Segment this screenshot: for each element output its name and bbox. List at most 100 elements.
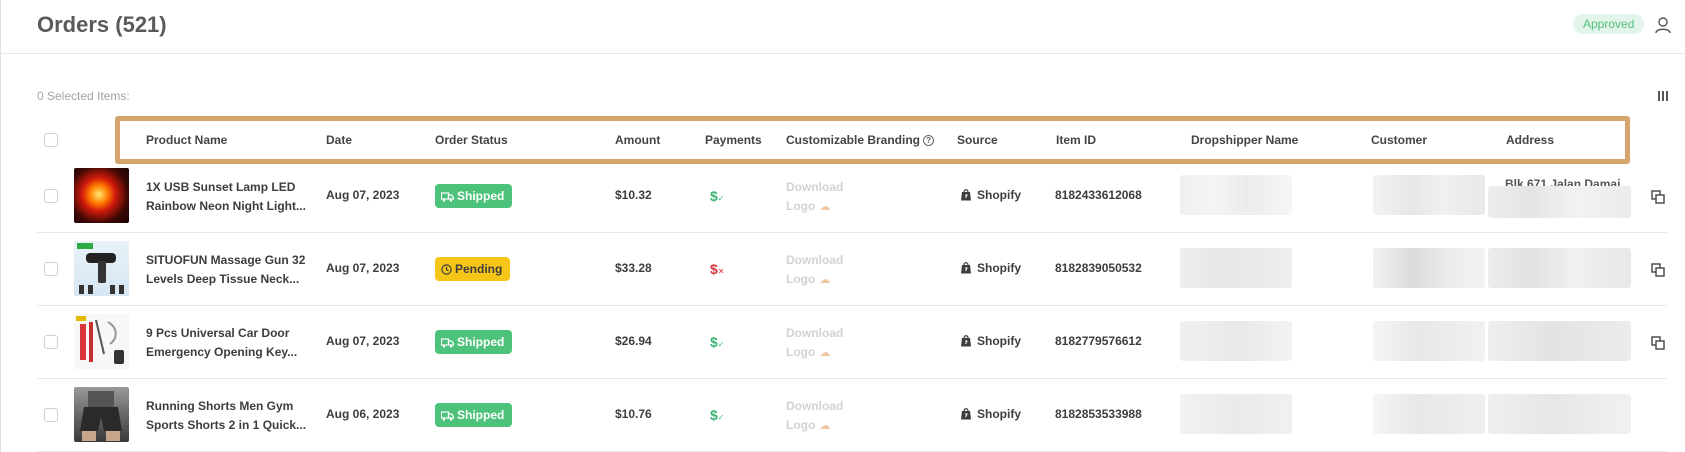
item-id: 8182839050532 [1055, 261, 1142, 275]
massage-gun-image [77, 243, 124, 294]
payment-symbol: $ [710, 188, 718, 204]
car-door-tools-image [76, 316, 124, 364]
dollar-x-icon: $✕ [710, 261, 725, 277]
order-date: Aug 07, 2023 [326, 188, 400, 202]
status-badge: Shipped [435, 184, 513, 208]
download-label: Download [786, 326, 844, 340]
row-checkbox[interactable] [44, 408, 58, 422]
order-source: Shopify [960, 334, 1021, 348]
dollar-check-icon: $✓ [710, 407, 725, 423]
shopify-bag-icon [961, 335, 971, 347]
product-name-line1: SITUOFUN Massage Gun 32 [146, 253, 306, 267]
product-thumbnail[interactable] [74, 314, 129, 369]
user-icon[interactable] [1654, 16, 1672, 34]
product-name[interactable]: 1X USB Sunset Lamp LED Rainbow Neon Nigh… [146, 178, 316, 216]
download-logo-link[interactable]: Download Logo ☁ [786, 178, 843, 217]
product-name-line1: 9 Pcs Universal Car Door [146, 326, 290, 340]
status-label: Pending [455, 262, 503, 276]
table-row[interactable]: SITUOFUN Massage Gun 32 Levels Deep Tiss… [37, 233, 1667, 306]
page-header: Orders (521) Approved [0, 0, 1685, 54]
order-date: Aug 07, 2023 [326, 334, 400, 348]
cloud-upload-icon: ☁ [819, 201, 831, 213]
running-shorts-image [80, 391, 122, 441]
cloud-upload-icon: ☁ [819, 420, 831, 432]
dropshipper-name-redacted [1180, 321, 1292, 361]
source-label: Shopify [977, 407, 1021, 421]
product-name-line1: 1X USB Sunset Lamp LED [146, 180, 296, 194]
row-checkbox[interactable] [44, 335, 58, 349]
approval-status-badge: Approved [1573, 14, 1645, 34]
table-row[interactable]: 1X USB Sunset Lamp LED Rainbow Neon Nigh… [37, 160, 1667, 233]
download-label: Download [786, 399, 844, 413]
shopify-bag-icon [961, 262, 971, 274]
product-name-line2: Levels Deep Tissue Neck... [146, 272, 300, 286]
selected-items-count: 0 Selected Items: [37, 89, 130, 103]
dropshipper-name-redacted [1180, 175, 1292, 215]
row-checkbox[interactable] [44, 262, 58, 276]
product-thumbnail[interactable] [74, 387, 129, 442]
payment-symbol: $ [710, 261, 718, 277]
clock-icon [441, 264, 452, 276]
shopify-bag-icon [961, 408, 971, 420]
status-label: Shipped [457, 189, 505, 203]
product-name-line2: Rainbow Neon Night Light... [146, 199, 306, 213]
item-id: 8182433612068 [1055, 188, 1142, 202]
truck-icon [440, 192, 455, 202]
table-row[interactable]: Running Shorts Men Gym Sports Shorts 2 i… [37, 379, 1667, 452]
download-logo-link[interactable]: Download Logo ☁ [786, 251, 843, 290]
payment-symbol: $ [710, 407, 718, 423]
customer-redacted [1373, 248, 1485, 288]
dropshipper-name-redacted [1180, 248, 1292, 288]
customer-redacted [1373, 175, 1485, 215]
table-row[interactable]: 9 Pcs Universal Car Door Emergency Openi… [37, 306, 1667, 379]
customer-redacted [1373, 321, 1485, 361]
product-name-line2: Sports Shorts 2 in 1 Quick... [146, 418, 307, 432]
window-edge [0, 0, 1, 452]
page-title: Orders (521) [37, 12, 167, 37]
product-thumbnail[interactable] [74, 241, 129, 296]
status-label: Shipped [457, 335, 505, 349]
product-name[interactable]: Running Shorts Men Gym Sports Shorts 2 i… [146, 397, 316, 435]
source-label: Shopify [977, 334, 1021, 348]
address-redacted [1488, 394, 1631, 434]
row-checkbox[interactable] [44, 189, 58, 203]
dollar-check-icon: $✓ [710, 334, 725, 350]
payment-symbol: $ [710, 334, 718, 350]
order-source: Shopify [960, 188, 1021, 202]
dropshipper-name-redacted [1180, 394, 1292, 434]
address-redacted [1488, 248, 1631, 288]
source-label: Shopify [977, 188, 1021, 202]
cloud-upload-icon: ☁ [819, 347, 831, 359]
item-id: 8182779576612 [1055, 334, 1142, 348]
status-label: Shipped [457, 408, 505, 422]
product-name-line2: Emergency Opening Key... [146, 345, 298, 359]
order-date: Aug 07, 2023 [326, 261, 400, 275]
logo-label: Logo [786, 418, 816, 432]
product-name-line1: Running Shorts Men Gym [146, 399, 294, 413]
copy-icon[interactable] [1651, 336, 1665, 350]
product-thumbnail[interactable] [74, 168, 129, 223]
shopify-bag-icon [961, 189, 971, 201]
copy-icon[interactable] [1651, 190, 1665, 204]
customer-redacted [1373, 394, 1485, 434]
order-amount: $10.32 [615, 188, 652, 202]
download-label: Download [786, 253, 844, 267]
item-id: 8182853533988 [1055, 407, 1142, 421]
select-all-checkbox[interactable] [44, 133, 58, 147]
download-logo-link[interactable]: Download Logo ☁ [786, 397, 843, 436]
product-name[interactable]: SITUOFUN Massage Gun 32 Levels Deep Tiss… [146, 251, 316, 289]
cloud-upload-icon: ☁ [819, 274, 831, 286]
order-date: Aug 06, 2023 [326, 407, 400, 421]
status-badge: Shipped [435, 403, 513, 427]
columns-icon[interactable] [1657, 90, 1669, 102]
copy-icon[interactable] [1651, 263, 1665, 277]
order-source: Shopify [960, 407, 1021, 421]
logo-label: Logo [786, 199, 816, 213]
truck-icon [440, 338, 455, 348]
order-amount: $33.28 [615, 261, 652, 275]
header-highlight-box [115, 116, 1630, 164]
product-name[interactable]: 9 Pcs Universal Car Door Emergency Openi… [146, 324, 316, 362]
download-logo-link[interactable]: Download Logo ☁ [786, 324, 843, 363]
order-amount: $26.94 [615, 334, 652, 348]
status-badge: Shipped [435, 330, 513, 354]
